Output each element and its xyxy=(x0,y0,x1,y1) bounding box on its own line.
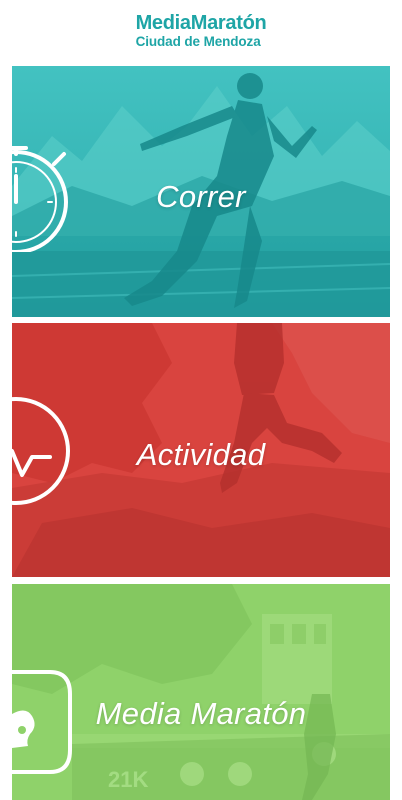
photo-bib-text: 21K xyxy=(108,767,148,792)
logo-title: MediaMaratón xyxy=(135,12,267,35)
app-logo: MediaMaratón Ciudad de Mendoza xyxy=(136,13,267,49)
logo-subtitle: Ciudad de Mendoza xyxy=(135,34,261,50)
card-label-correr: Correr xyxy=(156,179,246,214)
card-label-media-maraton: Media Maratón xyxy=(95,696,307,731)
menu-card-media-maraton[interactable]: 21K Media Maratón xyxy=(12,584,390,800)
app-screen: MediaMaratón Ciudad de Mendoza Correr Ac… xyxy=(0,0,402,800)
header: MediaMaratón Ciudad de Mendoza xyxy=(0,0,402,62)
menu-card-actividad[interactable]: Actividad xyxy=(12,323,390,577)
card-label-actividad: Actividad xyxy=(136,437,266,472)
menu-card-correr[interactable]: Correr xyxy=(12,66,390,317)
